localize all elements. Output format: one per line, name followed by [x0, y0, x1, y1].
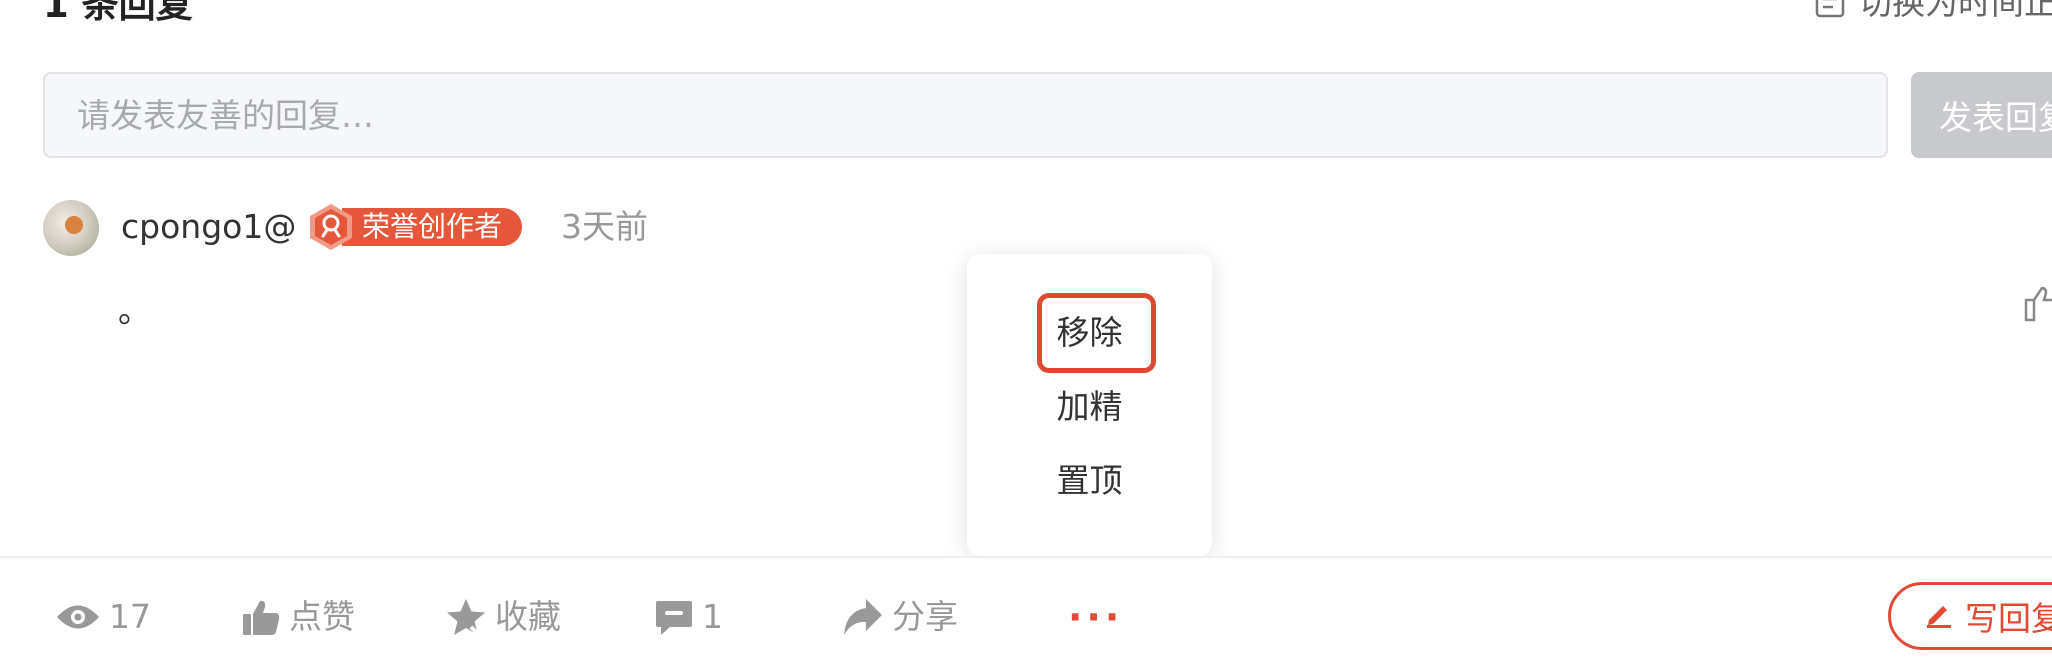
sort-toggle-label: 切换为时间正 — [1859, 0, 2052, 22]
honor-hexagon-icon — [310, 204, 352, 250]
honor-creator-badge: 荣誉创作者 — [308, 204, 523, 250]
comment-icon — [654, 597, 694, 637]
share-button[interactable]: 分享 — [842, 596, 958, 638]
comment-timestamp: 3天前 — [561, 207, 648, 246]
more-actions-button[interactable]: ··· — [1068, 596, 1123, 638]
badge-label: 荣誉创作者 — [342, 208, 523, 246]
comment-like-icon[interactable] — [2022, 284, 2052, 326]
views-counter: 17 — [55, 596, 151, 638]
favorite-label: 收藏 — [495, 597, 561, 636]
menu-item-feature[interactable]: 加精 — [967, 386, 1212, 428]
views-count: 17 — [109, 597, 151, 636]
share-arrow-icon — [842, 597, 884, 637]
comment-username[interactable]: cpongo1@ — [121, 206, 296, 248]
comment-count: 1 — [702, 597, 723, 636]
write-reply-button[interactable]: 写回复 — [1888, 582, 2052, 650]
eye-icon — [55, 602, 101, 632]
reply-input[interactable] — [43, 72, 1888, 158]
write-reply-label: 写回复 — [1965, 599, 2052, 638]
submit-reply-button[interactable]: 发表回复 — [1911, 72, 2052, 158]
thumbs-up-icon — [241, 597, 281, 637]
remove-highlight-box — [1037, 293, 1156, 373]
favorite-button[interactable]: 收藏 — [445, 596, 561, 638]
menu-item-pin[interactable]: 置顶 — [967, 460, 1212, 502]
reply-section: 1 条回复 切换为时间正 发表回复 cpongo1@ 荣誉创作者 3天前 。 — [0, 0, 2052, 660]
star-icon — [445, 597, 487, 637]
like-button[interactable]: 点赞 — [241, 596, 355, 638]
comment-count-button[interactable]: 1 — [654, 596, 723, 638]
avatar[interactable] — [43, 200, 99, 256]
sort-toggle-button[interactable]: 切换为时间正 — [1815, 0, 2052, 19]
comment-text: 。 — [118, 291, 151, 330]
share-label: 分享 — [892, 597, 958, 636]
pencil-icon — [1925, 597, 1953, 636]
reply-count-title: 1 条回复 — [43, 0, 193, 26]
like-label: 点赞 — [289, 597, 355, 636]
sort-icon — [1815, 0, 1845, 18]
